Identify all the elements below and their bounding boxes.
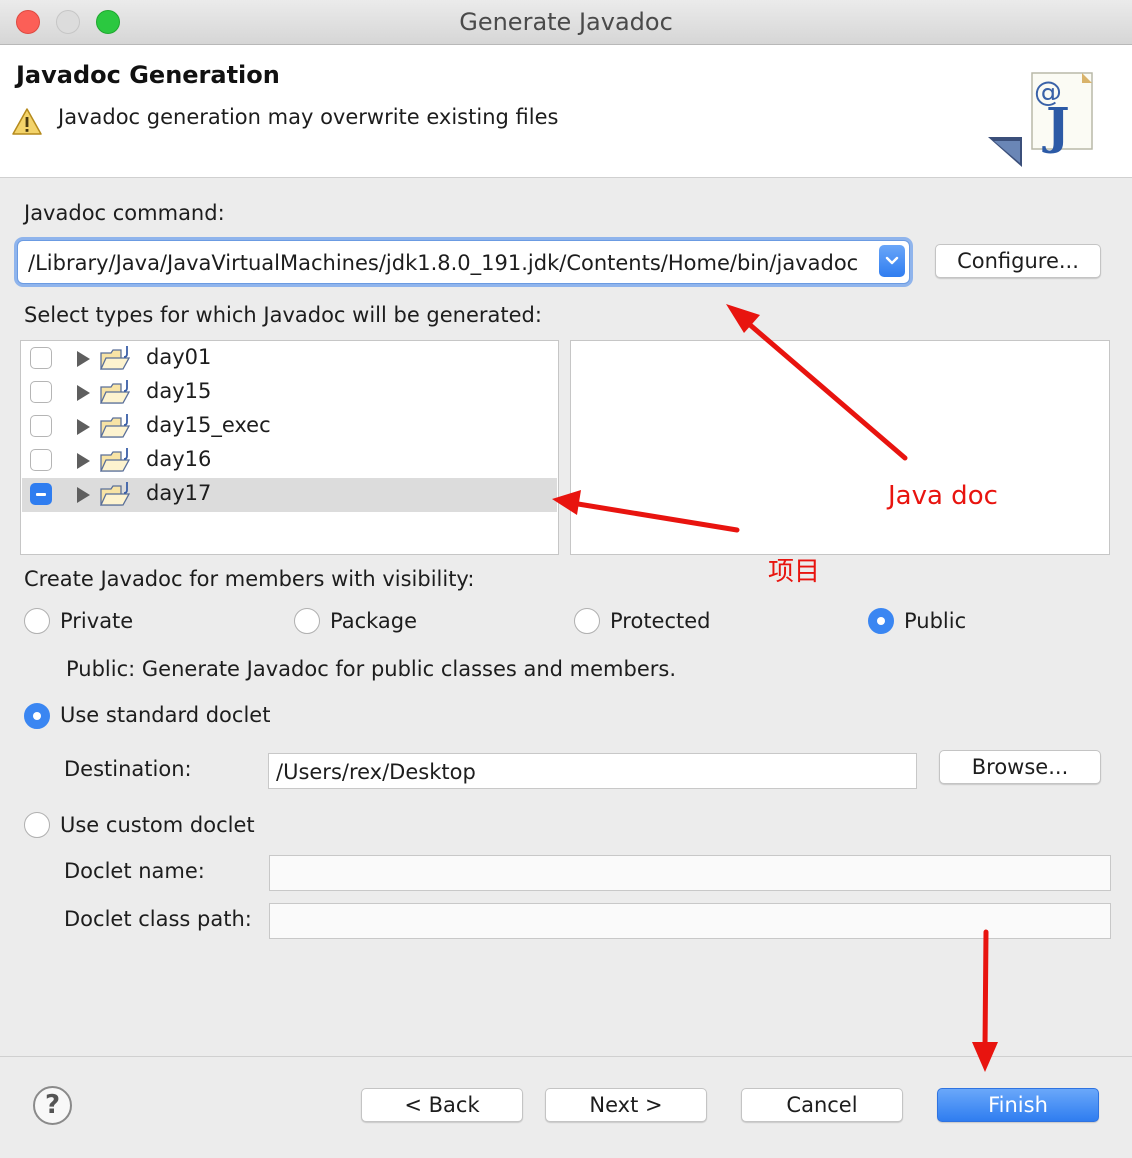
radio-package[interactable] xyxy=(294,608,320,634)
tree-checkbox[interactable] xyxy=(30,449,52,471)
select-types-label: Select types for which Javadoc will be g… xyxy=(24,303,542,327)
radio-public[interactable] xyxy=(868,608,894,634)
tree-item-label: day15 xyxy=(146,379,212,403)
combo-dropdown-button[interactable] xyxy=(879,245,905,277)
annotation-project: 项目 xyxy=(768,557,821,587)
radio-custom-doclet[interactable] xyxy=(24,812,50,838)
javadoc-command-label: Javadoc command: xyxy=(24,201,225,225)
header-message: Javadoc generation may overwrite existin… xyxy=(58,105,559,129)
arrowhead xyxy=(972,1042,998,1072)
arrowhead xyxy=(726,304,760,333)
tree-checkbox[interactable] xyxy=(30,415,52,437)
warning-icon xyxy=(12,108,42,135)
footer-divider xyxy=(0,1056,1132,1057)
annotation-java-doc: Java doc xyxy=(888,481,998,511)
tree-row-day17[interactable]: day17 xyxy=(22,478,557,512)
types-tree[interactable]: day01 day15 day15_exec day16 day17 xyxy=(20,340,559,555)
cancel-button[interactable]: Cancel xyxy=(741,1088,903,1122)
finish-button[interactable]: Finish xyxy=(937,1088,1099,1122)
visibility-description: Public: Generate Javadoc for public clas… xyxy=(66,657,677,681)
expand-arrow-icon[interactable] xyxy=(77,351,90,367)
tree-row-day16[interactable]: day16 xyxy=(22,444,557,478)
tree-row-day01[interactable]: day01 xyxy=(22,342,557,376)
chevron-down-icon xyxy=(885,256,899,265)
window-title: Generate Javadoc xyxy=(459,8,673,36)
wizard-header: Javadoc Generation Javadoc generation ma… xyxy=(0,45,1132,178)
doclet-name-label: Doclet name: xyxy=(64,859,205,883)
java-project-folder-icon xyxy=(99,380,131,404)
back-button[interactable]: < Back xyxy=(361,1088,523,1122)
next-button[interactable]: Next > xyxy=(545,1088,707,1122)
help-icon[interactable]: ? xyxy=(33,1086,72,1125)
java-project-folder-icon xyxy=(99,448,131,472)
tree-item-label: day15_exec xyxy=(146,413,271,437)
doclet-classpath-label: Doclet class path: xyxy=(64,907,252,931)
expand-arrow-icon[interactable] xyxy=(77,385,90,401)
radio-private-label[interactable]: Private xyxy=(60,609,133,633)
configure-button[interactable]: Configure... xyxy=(935,244,1101,278)
java-project-folder-icon xyxy=(99,346,131,370)
radio-protected[interactable] xyxy=(574,608,600,634)
tree-item-label: day16 xyxy=(146,447,212,471)
radio-public-label[interactable]: Public xyxy=(904,609,966,633)
javadoc-command-combo[interactable]: /Library/Java/JavaVirtualMachines/jdk1.8… xyxy=(17,240,910,284)
types-detail-list[interactable] xyxy=(570,340,1110,555)
tree-item-label: day01 xyxy=(146,345,212,369)
javadoc-wizard-icon: @ J xyxy=(988,72,1093,167)
java-project-folder-icon xyxy=(99,482,131,506)
radio-private[interactable] xyxy=(24,608,50,634)
tree-checkbox-mixed[interactable] xyxy=(30,483,52,505)
tree-row-day15[interactable]: day15 xyxy=(22,376,557,410)
radio-protected-label[interactable]: Protected xyxy=(610,609,711,633)
tree-checkbox[interactable] xyxy=(30,347,52,369)
svg-text:J: J xyxy=(1042,96,1070,155)
javadoc-command-value: /Library/Java/JavaVirtualMachines/jdk1.8… xyxy=(28,251,859,275)
radio-standard-doclet[interactable] xyxy=(24,703,50,729)
radio-package-label[interactable]: Package xyxy=(330,609,417,633)
destination-input[interactable]: /Users/rex/Desktop xyxy=(268,753,917,789)
visibility-label: Create Javadoc for members with visibili… xyxy=(24,567,475,591)
arrow-to-finish xyxy=(982,929,989,1051)
doclet-name-input[interactable] xyxy=(269,855,1111,891)
tree-row-day15-exec[interactable]: day15_exec xyxy=(22,410,557,444)
title-bar: Generate Javadoc xyxy=(0,0,1132,45)
expand-arrow-icon[interactable] xyxy=(77,419,90,435)
custom-doclet-label[interactable]: Use custom doclet xyxy=(60,813,255,837)
doclet-classpath-input[interactable] xyxy=(269,903,1111,939)
tree-checkbox[interactable] xyxy=(30,381,52,403)
standard-doclet-label[interactable]: Use standard doclet xyxy=(60,703,270,727)
java-project-folder-icon xyxy=(99,414,131,438)
destination-label: Destination: xyxy=(64,757,192,781)
expand-arrow-icon[interactable] xyxy=(77,487,90,503)
page-title: Javadoc Generation xyxy=(16,61,280,89)
browse-button[interactable]: Browse... xyxy=(939,750,1101,784)
tree-item-label: day17 xyxy=(146,481,212,505)
expand-arrow-icon[interactable] xyxy=(77,453,90,469)
